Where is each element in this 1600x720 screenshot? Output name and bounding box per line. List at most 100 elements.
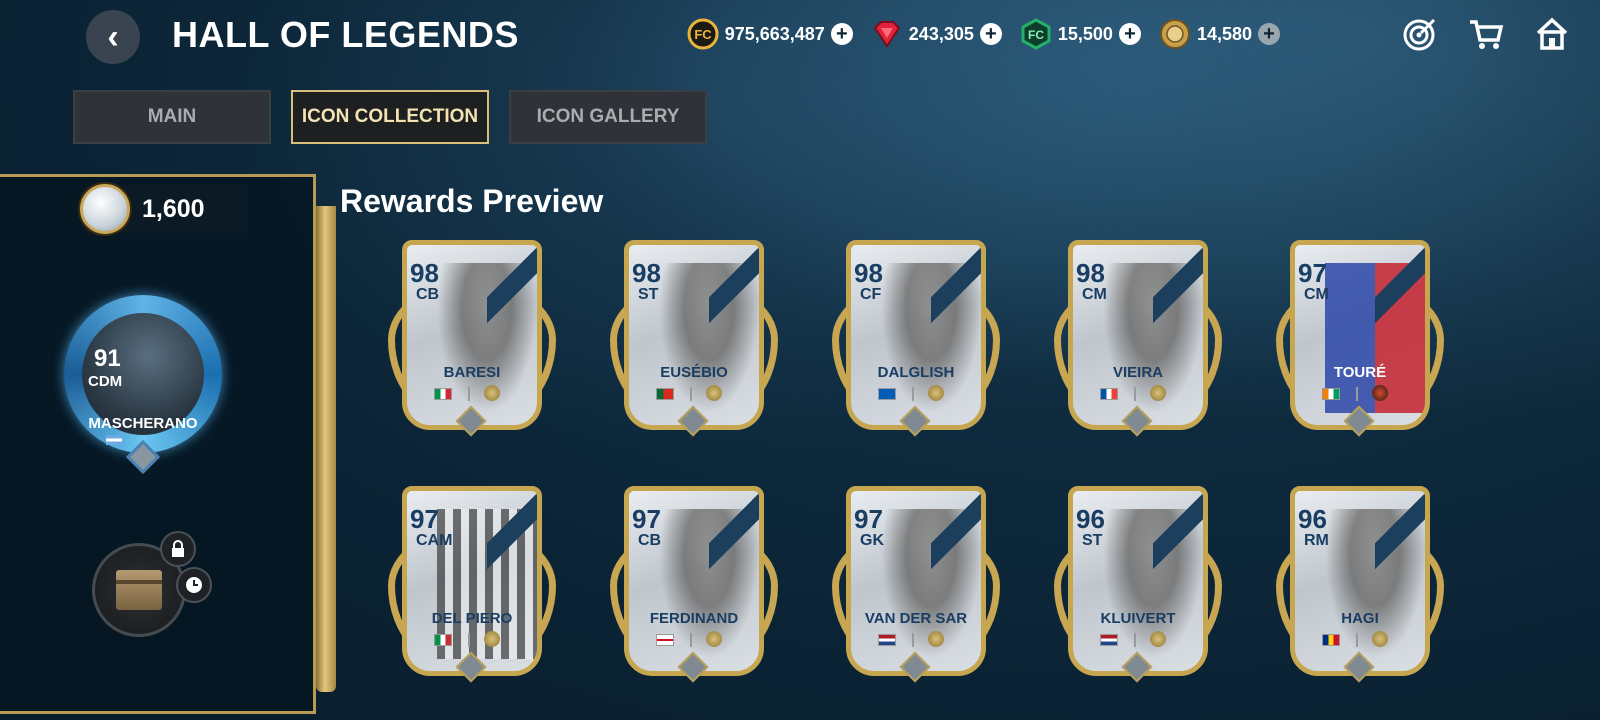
token-count: 1,600 [142,194,205,223]
card-position: CM [1304,286,1329,303]
icon-club-badge [484,385,500,401]
england-flag-icon [656,634,674,646]
scotland-flag-icon [878,388,896,400]
player-card[interactable]: 97 CB FERDINAND [610,486,778,683]
gift-box-icon [116,570,162,610]
rewards-title: Rewards Preview [340,183,604,219]
separator [1134,633,1136,647]
card-name: BARESI [443,364,501,381]
add-ruby-button[interactable]: + [979,23,1002,45]
card-rating: 96 [1298,504,1327,534]
svg-text:FC: FC [1028,28,1044,42]
separator [468,633,470,647]
card-rating: 98 [854,258,883,288]
card-rating: 97 [854,504,883,534]
card-name: DEL PIERO [431,610,513,627]
card-rating: 97 [632,504,661,534]
separator [1134,387,1136,401]
clock-icon [176,567,212,603]
card-rating: 97 [410,504,439,534]
add-fc-points-button[interactable]: + [830,23,853,45]
tab-main[interactable]: MAIN [73,90,271,144]
player-rating: 91 [94,345,121,372]
cart-icon[interactable] [1468,16,1504,52]
add-gold-coin-button[interactable]: + [1258,23,1280,45]
card-rating: 97 [1298,258,1327,288]
ruby-gem-icon [873,21,901,48]
card-name: DALGLISH [877,364,955,381]
player-card[interactable]: 97 CM TOURÉ [1276,240,1444,437]
player-card[interactable]: 97 CAM DEL PIERO [388,486,556,683]
fc-points-value: 975,663,487 [724,23,825,44]
rewards-grid: 98 CB BARESI 98 ST EUSÉBIO 98 CF DALGLIS… [388,240,1468,690]
green-gem-icon: FC [1021,18,1051,50]
italy-flag-icon [434,388,452,400]
tab-bar: MAIN ICON COLLECTION ICON GALLERY [73,90,707,144]
card-position: CB [416,286,440,303]
currency-gold-coin: 14,580 + [1159,18,1280,50]
icon-club-badge [1372,631,1388,647]
card-name: HAGI [1341,610,1379,627]
separator [690,387,692,401]
card-name: KLUIVERT [1100,610,1176,627]
currency-green-gem: FC 15,500 + [1020,18,1141,50]
tab-icon-collection[interactable]: ICON COLLECTION [291,90,489,144]
ivory-coast-flag-icon [1322,388,1340,400]
card-position: ST [638,286,659,303]
icon-club-badge [928,385,944,401]
icon-club-badge [1150,631,1166,647]
icon-club-badge [484,631,500,647]
collection-panel: 1,600 91 CDM MASCHERANO [0,174,316,714]
player-card[interactable]: 98 CF DALGLISH [832,240,1000,437]
currency-fc-points: FC 975,663,487 + [687,18,853,50]
player-card[interactable]: 96 ST KLUIVERT [1054,486,1222,683]
tab-icon-gallery[interactable]: ICON GALLERY [509,90,707,144]
add-green-gem-button[interactable]: + [1118,23,1141,45]
romania-flag-icon [1322,634,1340,646]
home-icon[interactable] [1534,16,1570,52]
separator [690,633,692,647]
chevron-left-icon: ‹ [107,17,119,56]
italy-flag-icon [434,634,452,646]
card-name: EUSÉBIO [660,364,728,381]
card-rating: 96 [1076,504,1105,534]
netherlands-flag-icon [1100,634,1118,646]
card-position: CAM [416,532,453,549]
club-badge-icon [1372,385,1388,401]
football-token-icon [80,184,130,234]
fc-points-icon: FC [687,18,719,50]
separator [1356,387,1358,401]
player-card[interactable]: 98 CM VIEIRA [1054,240,1222,437]
top-icon-bar [1402,16,1570,52]
player-card[interactable]: 98 CB BARESI [388,240,556,437]
separator [1356,633,1358,647]
card-position: GK [860,532,884,549]
separator [912,387,914,401]
svg-text:FC: FC [694,27,712,42]
card-name: FERDINAND [649,610,739,627]
icon-club-badge [1150,385,1166,401]
target-icon[interactable] [1402,16,1438,52]
back-button[interactable]: ‹ [86,10,140,64]
lock-icon [160,531,196,567]
gold-coin-value: 14,580 [1196,23,1252,44]
gold-coin-icon [1159,19,1190,49]
player-name: MASCHERANO [88,415,198,432]
card-name: VAN DER SAR [864,610,968,627]
featured-player-badge[interactable]: 91 CDM MASCHERANO [58,295,228,485]
card-position: CF [860,286,882,303]
ruby-value: 243,305 [908,23,974,44]
separator [912,633,914,647]
card-position: CM [1082,286,1107,303]
card-position: ST [1082,532,1103,549]
portugal-flag-icon [656,388,674,400]
netherlands-flag-icon [878,634,896,646]
player-card[interactable]: 98 ST EUSÉBIO [610,240,778,437]
currency-bar: FC 975,663,487 + 243,305 + FC 15,500 + 1… [687,18,1280,50]
player-card[interactable]: 96 RM HAGI [1276,486,1444,683]
card-rating: 98 [1076,258,1105,288]
player-card[interactable]: 97 GK VAN DER SAR [832,486,1000,683]
icon-club-badge [706,631,722,647]
player-position: CDM [88,373,123,390]
gold-divider [316,206,336,692]
